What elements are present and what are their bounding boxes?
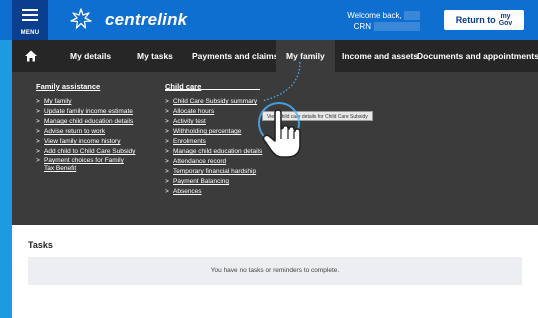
- menu-link-manage-child-education-cc[interactable]: > Manage child education details: [165, 147, 262, 157]
- menu-link-view-family-income-history[interactable]: > View family income history: [36, 137, 135, 147]
- return-to-mygov-button[interactable]: Return to my Gov: [444, 10, 524, 30]
- welcome-text: Welcome back,: [347, 11, 402, 20]
- menu-link-withholding-percentage[interactable]: > Withholding percentage: [165, 127, 262, 137]
- menu-label: MENU: [20, 30, 40, 36]
- menu-link-activity-test[interactable]: > Activity test: [165, 117, 262, 127]
- top-header: MENU centrelink Welcome back, CRN Return…: [0, 0, 538, 40]
- nav-my-details[interactable]: My details: [70, 40, 111, 72]
- return-to-label: Return to: [455, 15, 496, 25]
- nav-my-family[interactable]: My family: [276, 40, 335, 72]
- menu-link-payment-balancing[interactable]: > Payment Balancing: [165, 177, 262, 187]
- menu-link-absences[interactable]: > Absences: [165, 187, 262, 197]
- menu-link-my-family[interactable]: > My family: [36, 97, 135, 107]
- hover-underline: [165, 89, 260, 90]
- menu-link-update-family-income[interactable]: > Update family income estimate: [36, 107, 135, 117]
- family-assistance-column: Family assistance > My family > Update fam…: [36, 82, 135, 173]
- menu-link-manage-child-education[interactable]: > Manage child education details: [36, 117, 135, 127]
- nav-my-tasks[interactable]: My tasks: [137, 40, 173, 72]
- family-assistance-heading: Family assistance: [36, 82, 101, 91]
- welcome-block: Welcome back, CRN: [347, 10, 420, 32]
- menu-link-attendance-record[interactable]: > Attendance record: [165, 157, 262, 167]
- child-care-column: Child care > Child Care Subsidy summary >…: [165, 82, 262, 197]
- redacted-name: [404, 11, 420, 21]
- tasks-heading: Tasks: [28, 240, 53, 250]
- pointer-hand-icon: [258, 102, 301, 158]
- menu-link-enrolments[interactable]: > Enrolments: [165, 137, 262, 147]
- menu-link-add-child-ccs[interactable]: > Add child to Child Care Subsidy: [36, 147, 135, 157]
- redacted-crn: [374, 22, 420, 31]
- tasks-empty-state: You have no tasks or reminders to comple…: [28, 257, 522, 285]
- nav-payments-and-claims[interactable]: Payments and claims: [192, 40, 278, 72]
- menu-link-advise-return-to-work[interactable]: > Advise return to work: [36, 127, 135, 137]
- menu-link-ccs-summary[interactable]: > Child Care Subsidy summary: [165, 97, 262, 107]
- centrelink-star-icon: [70, 8, 92, 29]
- menu-link-payment-choices-ftb[interactable]: > Payment choices for Family Tax Benefit: [36, 157, 131, 173]
- main-nav: My details My tasks Payments and claims …: [12, 40, 538, 72]
- menu-button[interactable]: MENU: [12, 0, 48, 40]
- hamburger-icon: [22, 9, 38, 24]
- nav-income-and-assets[interactable]: Income and assets: [342, 40, 418, 72]
- crn-label: CRN: [353, 22, 371, 31]
- nav-documents-and-appointments[interactable]: Documents and appointments: [417, 40, 538, 72]
- menu-link-allocate-hours[interactable]: > Allocate hours: [165, 107, 262, 117]
- brand-logo-text[interactable]: centrelink: [105, 10, 187, 30]
- menu-link-temporary-financial-hardship[interactable]: > Temporary financial hardship: [165, 167, 262, 177]
- home-icon[interactable]: [24, 49, 38, 63]
- mygov-logo-icon: my Gov: [498, 13, 513, 27]
